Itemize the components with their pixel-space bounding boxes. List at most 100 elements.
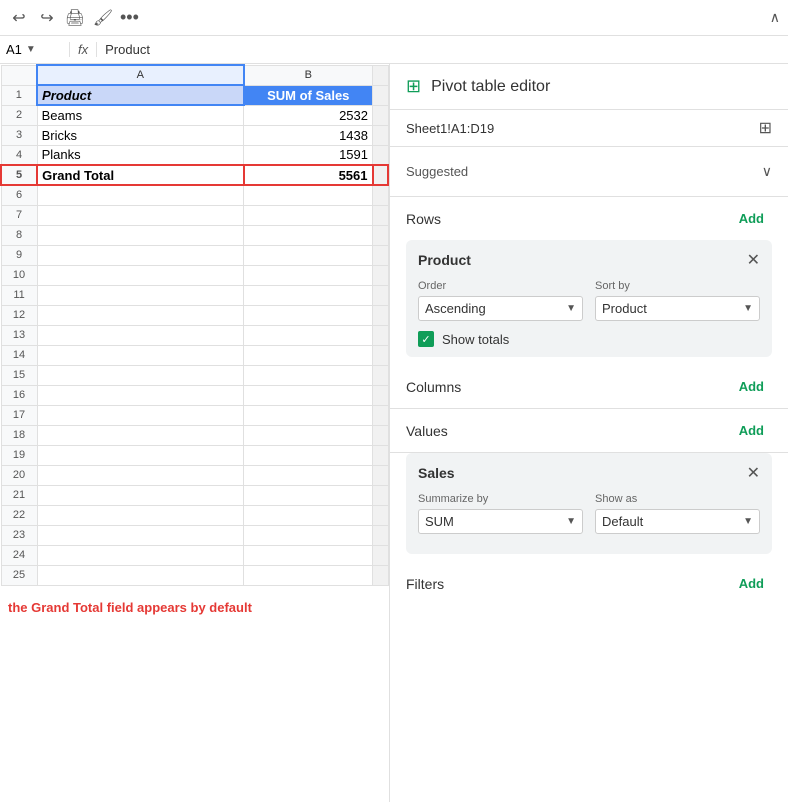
spreadsheet-area: A B 1ProductSUM of Sales2Beams25323Brick… — [0, 64, 390, 802]
cell-4-b[interactable]: 1591 — [244, 145, 373, 165]
cell-9-b[interactable] — [244, 245, 373, 265]
col-header-a[interactable]: A — [37, 65, 243, 85]
show-totals-label: Show totals — [442, 332, 509, 347]
row-num-16: 16 — [1, 385, 37, 405]
cell-19-b[interactable] — [244, 445, 373, 465]
cell-20-a[interactable] — [37, 465, 243, 485]
cell-3-b[interactable]: 1438 — [244, 125, 373, 145]
cell-23-b[interactable] — [244, 525, 373, 545]
cell-13-b[interactable] — [244, 325, 373, 345]
suggested-header: Suggested ∨ — [406, 155, 772, 188]
cell-22-a[interactable] — [37, 505, 243, 525]
print-icon[interactable]: 🖨 — [64, 7, 86, 29]
cell-18-b[interactable] — [244, 425, 373, 445]
cell-25-b[interactable] — [244, 565, 373, 585]
cell-15-b[interactable] — [244, 365, 373, 385]
scrollbar-row-11 — [373, 285, 389, 305]
cell-10-b[interactable] — [244, 265, 373, 285]
scrollbar-row-15 — [373, 365, 389, 385]
cell-1-b[interactable]: SUM of Sales — [244, 85, 373, 105]
cell-18-a[interactable] — [37, 425, 243, 445]
cell-2-b[interactable]: 2532 — [244, 105, 373, 125]
cell-5-b[interactable]: 5561 — [244, 165, 373, 185]
summarize-select[interactable]: SUM ▼ — [418, 509, 583, 534]
scrollbar-col — [373, 65, 389, 85]
cell-2-a[interactable]: Beams — [37, 105, 243, 125]
cell-10-a[interactable] — [37, 265, 243, 285]
cell-24-a[interactable] — [37, 545, 243, 565]
scrollbar-row-16 — [373, 385, 389, 405]
cell-15-a[interactable] — [37, 365, 243, 385]
product-card-title: Product — [418, 252, 471, 268]
cell-14-a[interactable] — [37, 345, 243, 365]
product-row-card: Product ✕ Order Ascending ▼ Sort by Prod… — [406, 240, 772, 357]
scrollbar-row-4 — [373, 145, 389, 165]
scrollbar-row-2 — [373, 105, 389, 125]
show-as-select[interactable]: Default ▼ — [595, 509, 760, 534]
columns-add-button[interactable]: Add — [731, 377, 772, 396]
summarize-select-value: SUM — [425, 514, 454, 529]
row-num-22: 22 — [1, 505, 37, 525]
sales-card-header: Sales ✕ — [418, 463, 760, 483]
col-header-b[interactable]: B — [244, 65, 373, 85]
scrollbar-row-19 — [373, 445, 389, 465]
cell-reference[interactable]: A1 ▼ — [0, 42, 70, 57]
sort-by-select[interactable]: Product ▼ — [595, 296, 760, 321]
rows-add-button[interactable]: Add — [731, 209, 772, 228]
cell-ref-dropdown-icon[interactable]: ▼ — [26, 44, 36, 55]
scrollbar-row-21 — [373, 485, 389, 505]
cell-4-a[interactable]: Planks — [37, 145, 243, 165]
order-select[interactable]: Ascending ▼ — [418, 296, 583, 321]
collapse-icon[interactable]: ∧ — [770, 9, 780, 26]
cell-7-b[interactable] — [244, 205, 373, 225]
cell-11-b[interactable] — [244, 285, 373, 305]
cell-6-b[interactable] — [244, 185, 373, 205]
cell-9-a[interactable] — [37, 245, 243, 265]
cell-16-a[interactable] — [37, 385, 243, 405]
cell-1-a[interactable]: Product — [37, 85, 243, 105]
scrollbar-row-14 — [373, 345, 389, 365]
cell-16-b[interactable] — [244, 385, 373, 405]
cell-12-b[interactable] — [244, 305, 373, 325]
grid-select-icon[interactable]: ⊞ — [759, 118, 772, 138]
cell-8-b[interactable] — [244, 225, 373, 245]
format-icon[interactable]: 🖌 — [92, 7, 114, 29]
cell-21-a[interactable] — [37, 485, 243, 505]
cell-19-a[interactable] — [37, 445, 243, 465]
suggested-chevron-icon[interactable]: ∨ — [762, 163, 772, 180]
scrollbar-row-1 — [373, 85, 389, 105]
cell-22-b[interactable] — [244, 505, 373, 525]
cell-14-b[interactable] — [244, 345, 373, 365]
scrollbar-row-8 — [373, 225, 389, 245]
cell-8-a[interactable] — [37, 225, 243, 245]
cell-20-b[interactable] — [244, 465, 373, 485]
show-totals-checkbox[interactable]: ✓ — [418, 331, 434, 347]
cell-7-a[interactable] — [37, 205, 243, 225]
cell-11-a[interactable] — [37, 285, 243, 305]
product-card-close-button[interactable]: ✕ — [747, 250, 760, 270]
cell-23-a[interactable] — [37, 525, 243, 545]
redo-icon[interactable]: ↪ — [36, 7, 58, 29]
cell-3-a[interactable]: Bricks — [37, 125, 243, 145]
cell-24-b[interactable] — [244, 545, 373, 565]
sales-card-close-button[interactable]: ✕ — [747, 463, 760, 483]
more-options-icon[interactable]: ••• — [120, 7, 139, 28]
cell-12-a[interactable] — [37, 305, 243, 325]
values-add-button[interactable]: Add — [731, 421, 772, 440]
row-num-13: 13 — [1, 325, 37, 345]
formula-content: Product — [97, 42, 158, 57]
row-num-23: 23 — [1, 525, 37, 545]
row-num-9: 9 — [1, 245, 37, 265]
cell-25-a[interactable] — [37, 565, 243, 585]
filters-add-button[interactable]: Add — [731, 574, 772, 593]
cell-21-b[interactable] — [244, 485, 373, 505]
cell-17-b[interactable] — [244, 405, 373, 425]
cell-17-a[interactable] — [37, 405, 243, 425]
undo-icon[interactable]: ↩ — [8, 7, 30, 29]
cell-13-a[interactable] — [37, 325, 243, 345]
scrollbar-row-9 — [373, 245, 389, 265]
row-num-2: 2 — [1, 105, 37, 125]
sort-by-field-group: Sort by Product ▼ — [595, 280, 760, 321]
cell-6-a[interactable] — [37, 185, 243, 205]
cell-5-a[interactable]: Grand Total — [37, 165, 243, 185]
